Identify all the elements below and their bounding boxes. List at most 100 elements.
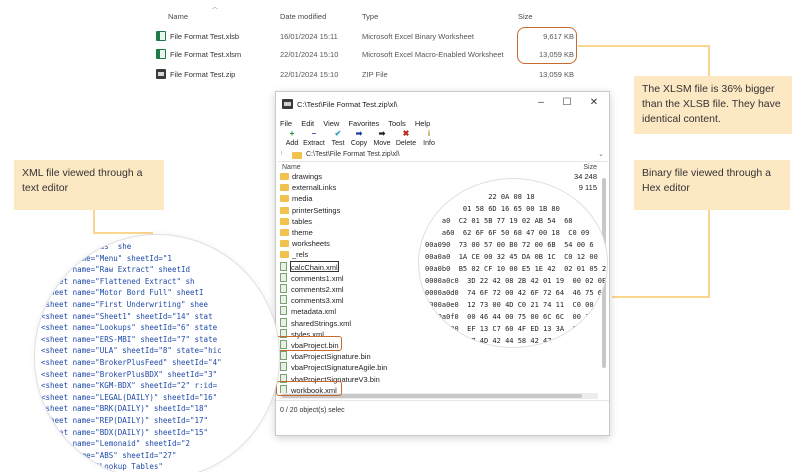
archive-item-name: metadata.xml	[291, 307, 337, 317]
excel-binary-icon	[156, 31, 166, 41]
folder-icon	[292, 152, 302, 159]
menu-edit[interactable]: Edit	[301, 119, 314, 128]
archive-item-row[interactable]: sharedStrings.xml	[280, 317, 352, 329]
hex-line: 00a0b0 B5 02 CF 10 00 E5 1E 42 02 01 05 …	[425, 265, 607, 273]
archive-item-row[interactable]: _rels	[280, 250, 308, 261]
add-icon: +	[289, 129, 295, 138]
hex-line: 00a0a0 1A CE 00 32 45 DA 0B 1C C0 12 00	[425, 253, 598, 261]
xml-connector-line	[93, 210, 95, 234]
archive-item-row[interactable]: worksheets	[280, 239, 330, 250]
list-header-size[interactable]: Size	[583, 164, 597, 171]
column-header-date[interactable]: Date modified	[280, 12, 326, 21]
xml-callout: XML file viewed through a text editor	[14, 160, 164, 210]
folder-icon	[280, 184, 289, 192]
xml-line: <sheet name="BrokerPlusBDX" sheetId="3"	[41, 369, 218, 379]
hex-line: 0000a0e0 12 73 00 4D C0 21 74 11 C0 00 7…	[425, 301, 608, 309]
archive-item-row[interactable]: metadata.xml	[280, 306, 336, 317]
sort-chevron-icon[interactable]: ︿	[212, 2, 218, 11]
file-type: Microsoft Excel Binary Worksheet	[362, 32, 474, 41]
hex-editor-magnifier: 22 0A 08 18 01 58 6D 16 65 00 1B 80 a0 C…	[418, 178, 608, 348]
toolbar-label: Add	[285, 140, 299, 147]
archive-item-name: comments1.xml	[291, 273, 344, 283]
delete-icon: ✖	[402, 129, 410, 138]
move-icon: ➡	[378, 129, 386, 138]
move-button[interactable]: ➡ Move	[370, 129, 394, 148]
folder-icon	[280, 173, 289, 180]
folder-icon	[280, 217, 289, 225]
file-type: ZIP File	[362, 70, 388, 79]
minimize-button[interactable]: –	[534, 97, 548, 108]
xml-line: <sheet name="REP(DAILY)" sheetId="17"	[41, 415, 209, 425]
archive-item-row[interactable]: tables	[280, 217, 312, 228]
chevron-down-icon[interactable]: ⌄	[598, 150, 604, 158]
archive-item-row[interactable]: comments3.xml	[280, 295, 344, 306]
file-row[interactable]: File Format Test.zip 22/01/2024 15:10 ZI…	[148, 66, 618, 83]
column-header-size[interactable]: Size	[518, 12, 533, 21]
folder-icon	[280, 195, 289, 203]
file-date: 22/01/2024 15:10	[280, 70, 339, 79]
info-button[interactable]: i Info	[417, 130, 441, 148]
column-header-type[interactable]: Type	[362, 12, 378, 21]
title-bar[interactable]: C:\Test\File Format Test.zip\xl\ – ☐ ✕	[276, 92, 609, 116]
archive-item-row[interactable]: comments2.xml	[280, 284, 344, 295]
file-type: Microsoft Excel Macro-Enabled Worksheet	[362, 50, 504, 59]
xml-line: <sheet name="ULA" sheetId="8" state="hic	[41, 346, 222, 356]
size-comparison-callout: The XLSM file is 36% bigger than the XLS…	[634, 76, 792, 134]
archive-item-row[interactable]: comments1.xml	[280, 272, 344, 284]
menu-tools[interactable]: Tools	[388, 119, 406, 128]
size-connector-line	[708, 45, 710, 76]
archive-item-row[interactable]: vbaProjectSignature.bin	[280, 351, 371, 362]
folder-icon	[280, 251, 289, 259]
folder-icon	[280, 229, 289, 236]
archive-item-name: sharedStrings.xml	[291, 318, 352, 328]
toolbar-label: Move	[373, 140, 391, 147]
extract-button[interactable]: – Extract	[302, 129, 326, 148]
xml-line: <sheet name="KGM-BDX" sheetId="2" r:id=	[41, 381, 218, 391]
hex-line: a60 62 6F 6F 50 68 47 00 18 C0 09	[425, 229, 590, 237]
toolbar-label: Copy	[350, 140, 368, 147]
close-button[interactable]: ✕	[587, 97, 601, 108]
hex-line: 00000b00 EF 13 C7 60 4F ED 13 3A 69 EB 1…	[425, 325, 608, 333]
archive-item-row[interactable]: vbaProjectSignatureAgile.bin	[280, 362, 387, 373]
hex-line: 01 58 6D 16 65 00 1B 80	[425, 205, 560, 213]
copy-button[interactable]: ➡ Copy	[347, 129, 371, 148]
file-icon	[280, 306, 287, 316]
copy-icon: ➡	[355, 129, 363, 138]
extract-icon: –	[311, 129, 317, 138]
zip-archive-icon	[156, 69, 166, 79]
archive-item-row[interactable]: media	[280, 194, 312, 205]
up-arrow-icon[interactable]: ↑	[280, 151, 283, 157]
archive-item-name: drawings	[292, 172, 323, 181]
file-icon	[280, 284, 287, 293]
archive-item-row[interactable]: drawings	[280, 172, 322, 183]
xml-line: <sheet name="Flattened Extract" sh	[41, 276, 195, 286]
xml-line: <sheet name="First Underwriting" shee	[41, 299, 209, 309]
file-icon	[280, 362, 287, 372]
xml-line: <sheet name="Motor Bord Full" sheetI	[41, 288, 204, 298]
file-date: 16/01/2024 15:11	[280, 32, 338, 41]
file-icon	[280, 272, 287, 282]
hex-line: 00a090 73 00 57 00 B0 72 00 6B 54 00 6	[425, 241, 594, 249]
archive-item-name: externalLinks	[292, 183, 337, 193]
xml-line: <sheet name="BrokerPlusFeed" sheetId="4"	[41, 357, 222, 367]
menu-help[interactable]: Help	[415, 119, 430, 128]
archive-item-row[interactable]: printerSettings	[280, 206, 340, 217]
address-bar[interactable]: ↑ C:\Test\File Format Test.zip\xl\ ⌄	[278, 150, 608, 162]
toolbar-label: Info	[423, 140, 435, 147]
file-icon	[280, 261, 287, 271]
menu-view[interactable]: View	[323, 119, 339, 128]
maximize-button[interactable]: ☐	[560, 97, 574, 108]
xml-line: <sheet name="BRK(DAILY)" sheetId="18"	[41, 404, 209, 414]
menu-favorites[interactable]: Favorites	[348, 119, 379, 128]
list-header-name[interactable]: Name	[282, 164, 301, 171]
xml-code-view: Fields she <sheet name="Menu" sheetId="1 <…	[41, 241, 222, 472]
delete-button[interactable]: ✖ Delete	[394, 129, 418, 148]
archive-item-row[interactable]: theme	[280, 228, 313, 239]
toolbar-label: Delete	[395, 140, 417, 147]
archive-item-row[interactable]: externalLinks	[280, 183, 336, 194]
xml-line: <sheet name="ERS-MBI" sheetId="7" state	[41, 334, 218, 344]
archive-item-name: comments2.xml	[291, 285, 344, 294]
menu-file[interactable]: File	[280, 119, 292, 128]
add-button[interactable]: + Add	[280, 129, 304, 148]
column-header-name[interactable]: Name	[168, 12, 188, 21]
